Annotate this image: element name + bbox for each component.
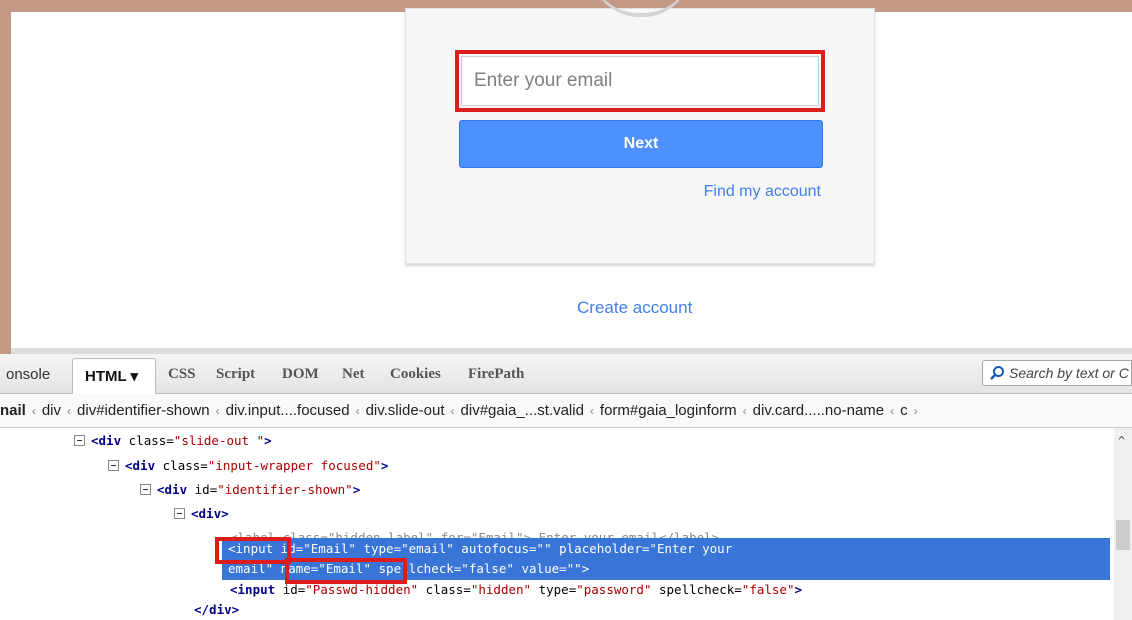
- tree-node[interactable]: <div class="input-wrapper focused">: [108, 456, 388, 475]
- chevron-left-icon: ‹: [31, 404, 36, 418]
- scroll-up-icon[interactable]: ^: [1118, 434, 1125, 448]
- tab-console[interactable]: onsole: [6, 366, 50, 383]
- breadcrumb-item[interactable]: div.slide-out: [366, 402, 445, 419]
- next-button[interactable]: Next: [459, 120, 823, 168]
- tree-node[interactable]: </div>: [194, 600, 239, 619]
- breadcrumb-item[interactable]: div#gaia_...st.valid: [461, 402, 584, 419]
- email-input-highlight: [455, 50, 825, 112]
- collapse-icon[interactable]: [74, 435, 85, 446]
- chevron-left-icon: ‹: [450, 404, 455, 418]
- tab-dom[interactable]: DOM: [282, 366, 319, 383]
- login-page: Next Find my account Create account: [11, 8, 1132, 348]
- breadcrumb-item[interactable]: nail: [0, 402, 26, 419]
- tab-net[interactable]: Net: [342, 366, 365, 383]
- search-placeholder: Search by text or C: [1009, 365, 1129, 381]
- breadcrumb-item[interactable]: div.input....focused: [226, 402, 350, 419]
- chevron-left-icon: ‹: [215, 404, 220, 418]
- tree-node[interactable]: <input id="Passwd-hidden" class="hidden"…: [230, 580, 802, 599]
- chevron-left-icon: ‹: [742, 404, 747, 418]
- tab-cookies[interactable]: Cookies: [390, 366, 441, 383]
- tree-node[interactable]: <div>: [174, 504, 229, 523]
- selected-node-line-1: <input id="Email" type="email" autofocus…: [228, 541, 733, 556]
- tree-node[interactable]: <div id="identifier-shown">: [140, 480, 360, 499]
- chevron-left-icon: ‹: [67, 404, 72, 418]
- input-tag-highlight: [215, 537, 291, 564]
- devtools-search-input[interactable]: Search by text or C: [982, 360, 1132, 386]
- chevron-right-icon: ›: [913, 404, 918, 418]
- scrollbar-thumb[interactable]: [1116, 520, 1130, 550]
- login-card: Next Find my account: [405, 8, 875, 264]
- collapse-icon[interactable]: [108, 460, 119, 471]
- tab-script[interactable]: Script: [216, 366, 255, 383]
- breadcrumb-item[interactable]: form#gaia_loginform: [600, 402, 737, 419]
- devtools-tab-bar: onsole HTML ▾ CSS Script DOM Net Cookies…: [0, 354, 1132, 395]
- breadcrumb-item[interactable]: c: [900, 402, 908, 419]
- create-account-link[interactable]: Create account: [577, 298, 692, 318]
- tab-html[interactable]: HTML ▾: [72, 358, 156, 395]
- chevron-left-icon: ‹: [890, 404, 895, 418]
- collapse-icon[interactable]: [140, 484, 151, 495]
- tree-node[interactable]: <div class="slide-out ">: [74, 431, 272, 450]
- search-icon: [990, 366, 1004, 380]
- breadcrumb-item[interactable]: div: [42, 402, 61, 419]
- breadcrumb-item[interactable]: div#identifier-shown: [77, 402, 210, 419]
- find-account-link[interactable]: Find my account: [704, 183, 821, 201]
- html-tree-panel: <div class="slide-out "> <div class="inp…: [0, 428, 1132, 620]
- tab-html-label: HTML ▾: [85, 368, 139, 385]
- breadcrumb-item[interactable]: div.card.....no-name: [753, 402, 884, 419]
- tab-css[interactable]: CSS: [168, 366, 196, 383]
- breadcrumb: nail ‹ div ‹ div#identifier-shown ‹ div.input.…: [0, 394, 1132, 428]
- avatar-icon: [591, 0, 691, 17]
- tab-firepath[interactable]: FirePath: [468, 366, 524, 383]
- chevron-left-icon: ‹: [355, 404, 360, 418]
- tree-scrollbar[interactable]: ^: [1114, 428, 1132, 620]
- chevron-left-icon: ‹: [589, 404, 594, 418]
- collapse-icon[interactable]: [174, 508, 185, 519]
